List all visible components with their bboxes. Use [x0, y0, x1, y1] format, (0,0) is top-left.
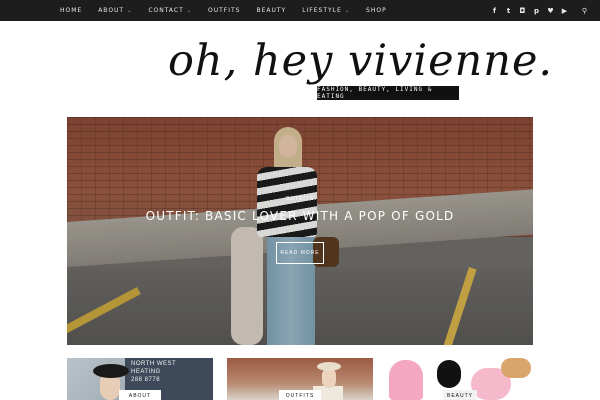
nav-item-label: LIFESTYLE [302, 7, 342, 14]
search-icon[interactable]: ⚲ [581, 7, 588, 15]
bloglovin-heart-icon[interactable]: ♥ [547, 7, 554, 15]
card-image-sponge [389, 360, 423, 400]
instagram-icon[interactable]: ◘ [519, 7, 526, 15]
post-category[interactable]: OUTFITS [67, 196, 533, 202]
nav-item-label: HOME [60, 7, 83, 14]
nav-item-label: ABOUT [98, 7, 125, 14]
featured-post-slider[interactable]: OUTFITS OUTFIT: BASIC LOVER WITH A POP O… [67, 117, 533, 345]
nav-item-label: SHOP [366, 7, 387, 14]
twitter-icon[interactable]: t [505, 7, 512, 15]
card-image-face [322, 368, 336, 388]
promo-card-outfits[interactable]: OUTFITS [227, 358, 373, 400]
card-image-brush [437, 360, 461, 388]
read-more-button[interactable]: READ MORE [276, 242, 324, 264]
social-links: f t ◘ p ♥ ▶ ⚲ [484, 0, 588, 21]
nav-item-outfits[interactable]: OUTFITS [208, 7, 240, 14]
main-menu: HOME ABOUT ⌄ CONTACT ⌄ OUTFITS BEAUTY LIFE… [60, 0, 403, 21]
hero-overlay [67, 117, 533, 345]
nav-item-shop[interactable]: SHOP [366, 7, 387, 14]
nav-item-lifestyle[interactable]: LIFESTYLE ⌄ [302, 7, 350, 14]
card-image-hat [93, 364, 129, 378]
card-image-hat [317, 362, 341, 371]
site-logo[interactable]: oh, hey vivienne. [168, 40, 553, 83]
top-nav-bar: HOME ABOUT ⌄ CONTACT ⌄ OUTFITS BEAUTY LIFE… [0, 0, 600, 21]
nav-item-label: OUTFITS [207, 7, 241, 14]
nav-item-label: BEAUTY [256, 7, 287, 14]
nav-item-contact[interactable]: CONTACT ⌄ [148, 7, 192, 14]
site-tagline: FASHION, BEAUTY, LIVING & EATING [317, 86, 459, 100]
youtube-icon[interactable]: ▶ [561, 7, 568, 15]
promo-card-beauty[interactable]: BEAUTY [387, 358, 533, 400]
card-label[interactable]: BEAUTY [443, 390, 477, 400]
facebook-icon[interactable]: f [491, 7, 498, 15]
nav-item-label: CONTACT [148, 7, 184, 14]
nav-item-beauty[interactable]: BEAUTY [256, 7, 286, 14]
nav-item-about[interactable]: ABOUT ⌄ [98, 7, 132, 14]
card-image-brush [501, 358, 531, 378]
post-title[interactable]: OUTFIT: BASIC LOVER WITH A POP OF GOLD [67, 209, 533, 223]
nav-item-home[interactable]: HOME [60, 7, 82, 14]
sign-text: NORTH WEST HEATING 288 8778 [131, 361, 177, 383]
pinterest-icon[interactable]: p [533, 7, 540, 15]
chevron-down-icon: ⌄ [344, 7, 351, 14]
promo-card-about[interactable]: NORTH WEST HEATING 288 8778 ABOUT [67, 358, 213, 400]
chevron-down-icon: ⌄ [186, 7, 192, 14]
chevron-down-icon: ⌄ [127, 7, 133, 14]
card-label[interactable]: OUTFITS [279, 390, 321, 400]
card-label[interactable]: ABOUT [119, 390, 161, 400]
